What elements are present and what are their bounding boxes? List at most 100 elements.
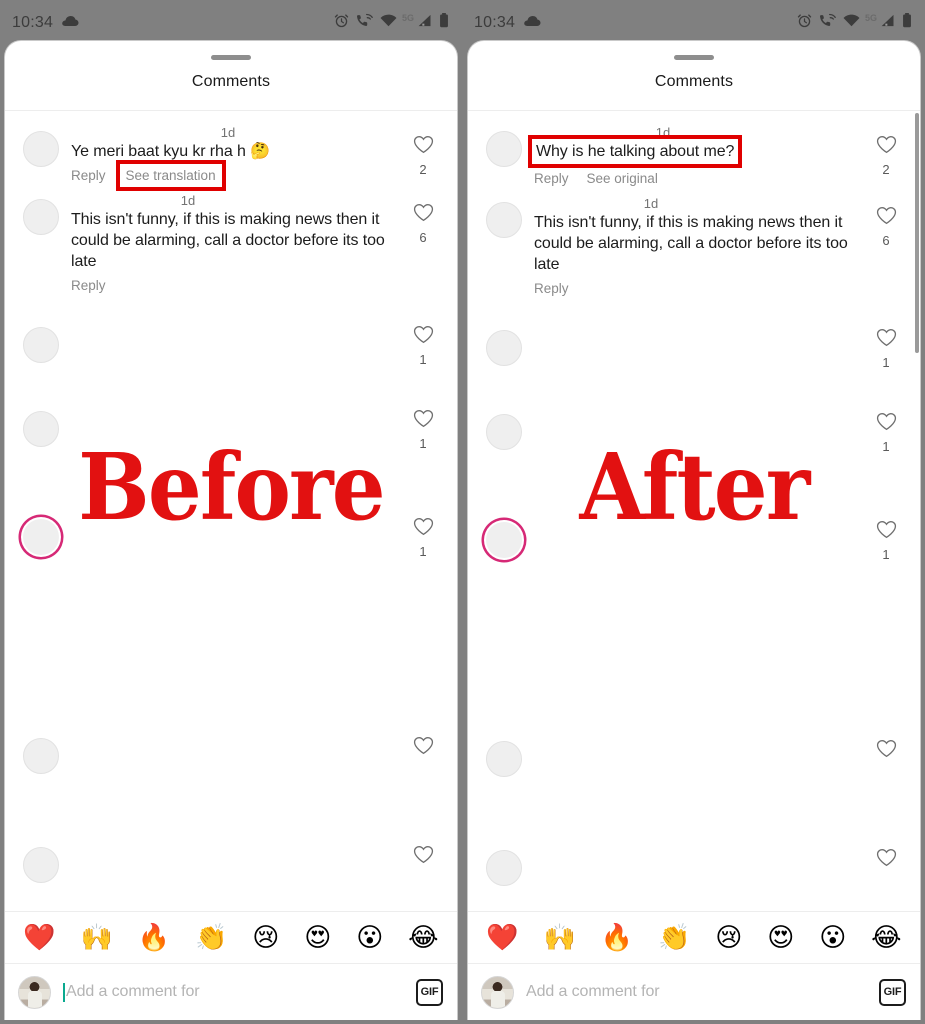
comment-row[interactable] [468, 777, 920, 886]
comment-composer-after[interactable]: Add a comment for GIF [468, 963, 920, 1020]
comment-list-after[interactable]: 1d Why is he talking about me? Reply See… [468, 111, 920, 911]
comment-row[interactable] [5, 559, 457, 774]
reply-button[interactable]: Reply [71, 168, 106, 183]
heart-icon[interactable] [876, 412, 897, 436]
fire-emoji[interactable]: 🔥 [138, 925, 170, 951]
sheet-grabber-area[interactable] [468, 41, 920, 73]
surprised-face-emoji[interactable]: 😮 [819, 925, 846, 951]
comment-row[interactable] [468, 562, 920, 777]
quick-emoji-bar-before[interactable]: ❤️ 🙌 🔥 👏 😢 😍 😮 😂 [5, 911, 457, 963]
avatar[interactable] [23, 131, 59, 167]
fire-emoji[interactable]: 🔥 [601, 925, 633, 951]
avatar[interactable] [23, 738, 59, 774]
comment-row[interactable]: 1 [468, 296, 920, 370]
crying-face-emoji[interactable]: 😢 [252, 925, 279, 951]
avatar[interactable] [23, 411, 59, 447]
red-heart-emoji[interactable]: ❤️ [486, 925, 518, 951]
reply-button[interactable]: Reply [534, 171, 569, 186]
like-control[interactable]: 1 [866, 516, 906, 562]
heart-eyes-emoji[interactable]: 😍 [767, 925, 794, 951]
heart-icon[interactable] [413, 203, 434, 227]
comment-timestamp: 1d [220, 125, 236, 140]
comment-row[interactable]: 1d This isn't funny, if this is making n… [468, 186, 920, 296]
status-bar-clock: 10:34 [474, 13, 516, 31]
red-heart-emoji[interactable]: ❤️ [23, 925, 55, 951]
comment-row[interactable]: 1 [5, 367, 457, 451]
sheet-grabber-icon[interactable] [211, 54, 251, 60]
avatar[interactable] [486, 741, 522, 777]
heart-icon[interactable] [413, 845, 434, 869]
current-user-avatar[interactable] [18, 975, 51, 1009]
avatar[interactable] [486, 330, 522, 366]
comment-actions: Reply See original [534, 171, 858, 186]
comment-input[interactable]: Add a comment for [526, 983, 867, 1001]
cloud-icon [523, 14, 541, 32]
current-user-avatar[interactable] [481, 975, 514, 1009]
sheet-grabber-icon[interactable] [674, 54, 714, 60]
heart-icon[interactable] [413, 736, 434, 760]
see-translation-button[interactable]: See translation [115, 160, 226, 191]
reply-button[interactable]: Reply [71, 278, 106, 293]
like-control[interactable] [866, 844, 906, 872]
like-control[interactable] [403, 732, 443, 760]
avatar-with-story-ring[interactable] [481, 517, 527, 563]
avatar[interactable] [23, 847, 59, 883]
like-count: 6 [419, 230, 427, 245]
comment-row[interactable]: 1 [5, 451, 457, 560]
like-control[interactable]: 1 [866, 408, 906, 454]
comment-row[interactable]: 1 [5, 293, 457, 367]
heart-icon[interactable] [876, 328, 897, 352]
reply-button[interactable]: Reply [534, 281, 569, 296]
comment-list-before[interactable]: 1d Ye meri baat kyu kr rha h 🤔 Reply See… [5, 111, 457, 911]
like-control[interactable]: 6 [403, 193, 443, 245]
comment-row[interactable]: 1d Ye meri baat kyu kr rha h 🤔 Reply See… [5, 111, 457, 191]
like-count: 2 [882, 162, 890, 177]
avatar[interactable] [486, 850, 522, 886]
crying-face-emoji[interactable]: 😢 [715, 925, 742, 951]
surprised-face-emoji[interactable]: 😮 [356, 925, 383, 951]
like-control[interactable]: 2 [403, 125, 443, 177]
sheet-grabber-area[interactable] [5, 41, 457, 73]
raising-hands-emoji[interactable]: 🙌 [544, 925, 576, 951]
comment-row[interactable]: 1d Why is he talking about me? Reply See… [468, 111, 920, 186]
joy-face-emoji[interactable]: 😂 [871, 925, 901, 951]
avatar-with-story-ring[interactable] [18, 514, 64, 560]
see-original-button[interactable]: See original [587, 171, 658, 186]
heart-icon[interactable] [413, 517, 434, 541]
like-control[interactable]: 6 [866, 196, 906, 248]
gif-button[interactable]: GIF [416, 978, 443, 1006]
like-control[interactable] [866, 735, 906, 763]
heart-icon[interactable] [876, 135, 897, 159]
comment-row[interactable] [5, 774, 457, 883]
joy-face-emoji[interactable]: 😂 [408, 925, 438, 951]
heart-icon[interactable] [876, 739, 897, 763]
heart-icon[interactable] [413, 325, 434, 349]
heart-icon[interactable] [413, 135, 434, 159]
avatar[interactable] [23, 327, 59, 363]
clapping-hands-emoji[interactable]: 👏 [658, 925, 690, 951]
like-count: 1 [882, 547, 890, 562]
like-control[interactable]: 1 [866, 324, 906, 370]
like-control[interactable]: 1 [403, 513, 443, 559]
heart-eyes-emoji[interactable]: 😍 [304, 925, 331, 951]
gif-button[interactable]: GIF [879, 978, 906, 1006]
quick-emoji-bar-after[interactable]: ❤️ 🙌 🔥 👏 😢 😍 😮 😂 [468, 911, 920, 963]
clapping-hands-emoji[interactable]: 👏 [195, 925, 227, 951]
raising-hands-emoji[interactable]: 🙌 [81, 925, 113, 951]
like-control[interactable]: 2 [866, 125, 906, 177]
heart-icon[interactable] [876, 848, 897, 872]
comment-row[interactable]: 1d This isn't funny, if this is making n… [5, 183, 457, 293]
heart-icon[interactable] [876, 520, 897, 544]
status-bar-left: 10:34 [12, 14, 79, 32]
comment-row[interactable]: 1 [468, 370, 920, 454]
heart-icon[interactable] [876, 206, 897, 230]
like-control[interactable]: 1 [403, 321, 443, 367]
avatar[interactable] [486, 414, 522, 450]
like-control[interactable]: 1 [403, 405, 443, 451]
like-control[interactable] [403, 841, 443, 869]
comment-input[interactable]: Add a comment for [63, 982, 404, 1002]
comments-sheet: Comments 1d Why is he talking about me? … [467, 40, 921, 1020]
comment-composer-before[interactable]: Add a comment for GIF [5, 963, 457, 1020]
heart-icon[interactable] [413, 409, 434, 433]
comment-row[interactable]: 1 [468, 454, 920, 563]
